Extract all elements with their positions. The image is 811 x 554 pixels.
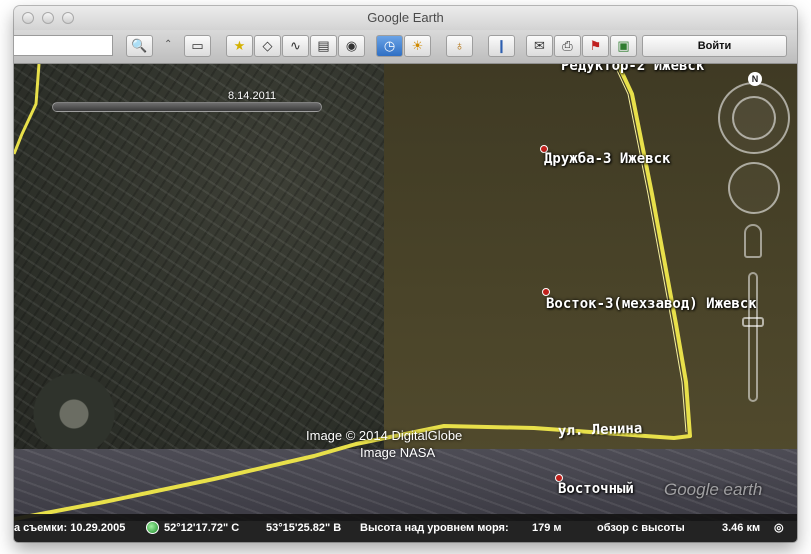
email-button[interactable]: ✉ — [526, 35, 553, 57]
switch-planet-button[interactable]: ♁ — [446, 35, 473, 57]
placemark-label[interactable]: Восточный — [558, 481, 634, 497]
zoom-slider-knob[interactable] — [742, 317, 764, 327]
street-view-pegman-icon[interactable] — [744, 224, 762, 258]
add-path-icon: ∿ — [290, 38, 301, 53]
imagery-date: а съемки: 10.29.2005 — [14, 522, 126, 534]
view-in-maps-button[interactable]: ⚑ — [582, 35, 609, 57]
close-window-button[interactable] — [22, 12, 34, 24]
add-path-button[interactable]: ∿ — [282, 35, 309, 57]
zoom-window-button[interactable] — [62, 12, 74, 24]
record-tour-icon: ◉ — [345, 38, 358, 53]
elevation-label: Высота над уровнем моря: — [360, 522, 509, 534]
login-button[interactable]: Войти — [642, 35, 787, 57]
historical-imagery-button[interactable]: ◷ — [376, 35, 403, 57]
status-bar: а съемки: 10.29.2005 52°12'17.72" С 53°1… — [14, 514, 797, 542]
pointer-longitude: 52°12'17.72" С — [164, 522, 240, 534]
toolbar: 🔍 ⌃ ▭ ★ ◇ ∿ ▤ ◉ ◷ ☀ ♁ ❙ ✉ ⎙ ⚑ ▣ Войти — [14, 30, 797, 64]
placemark-label[interactable]: Редуктор-2 Ижевск — [561, 64, 704, 74]
imagery-credit: Image © 2014 DigitalGlobe — [306, 428, 463, 443]
time-slider-date: 8.14.2011 — [228, 90, 277, 102]
time-slider[interactable] — [52, 102, 322, 112]
record-tour-button[interactable]: ◉ — [338, 35, 365, 57]
zoom-slider[interactable] — [748, 272, 758, 402]
google-earth-window: Google Earth 🔍 ⌃ ▭ ★ ◇ ∿ ▤ ◉ ◷ ☀ ♁ ❙ ✉ ⎙… — [14, 6, 797, 542]
street-label: ул. Ленина — [557, 420, 643, 440]
navigation-controls: N — [718, 72, 790, 412]
eye-altitude-value: 3.46 км — [722, 522, 761, 534]
search-button[interactable]: 🔍 — [126, 35, 153, 57]
road-line — [14, 64, 692, 521]
add-polygon-icon: ◇ — [262, 38, 273, 53]
streaming-indicator-icon: ◎ — [774, 522, 784, 534]
elevation-value: 179 м — [532, 522, 562, 534]
google-earth-watermark: Google earth — [664, 480, 763, 499]
add-overlay-button[interactable]: ▤ — [310, 35, 337, 57]
sidebar-toggle-button[interactable]: ▭ — [184, 35, 211, 57]
ruler-icon: ❙ — [496, 38, 507, 53]
window-title: Google Earth — [367, 10, 444, 25]
save-image-button[interactable]: ▣ — [610, 35, 637, 57]
maps-icon: ⚑ — [589, 38, 602, 53]
add-overlay-icon: ▤ — [317, 38, 330, 53]
search-input[interactable] — [14, 35, 113, 56]
eye-altitude-label: обзор с высоты — [597, 522, 685, 534]
switch-planet-icon: ♁ — [454, 38, 465, 53]
historical-imagery-icon: ◷ — [383, 38, 396, 53]
add-polygon-button[interactable]: ◇ — [254, 35, 281, 57]
look-joystick-inner — [732, 96, 776, 140]
ruler-button[interactable]: ❙ — [488, 35, 515, 57]
title-bar: Google Earth — [14, 6, 797, 30]
sidebar-toggle-icon: ▭ — [191, 38, 204, 53]
pointer-latitude: 53°15'25.82" В — [266, 522, 342, 534]
sunlight-button[interactable]: ☀ — [404, 35, 431, 57]
add-placemark-icon: ★ — [233, 38, 246, 53]
road-line — [613, 64, 687, 433]
road-line — [14, 64, 41, 155]
earth-view[interactable]: 8.14.2011 Редуктор-2 Ижевск Дружба-3 Иже… — [14, 64, 797, 521]
imagery-credit: Image NASA — [360, 445, 436, 460]
search-icon: 🔍 — [131, 38, 148, 53]
save-image-icon: ▣ — [617, 38, 630, 53]
move-joystick[interactable] — [728, 162, 780, 214]
sunlight-icon: ☀ — [411, 38, 424, 53]
email-icon: ✉ — [534, 38, 545, 53]
minimize-window-button[interactable] — [42, 12, 54, 24]
add-placemark-button[interactable]: ★ — [226, 35, 253, 57]
print-button[interactable]: ⎙ — [554, 35, 581, 57]
collapse-arrow-icon[interactable]: ⌃ — [164, 39, 172, 50]
print-icon: ⎙ — [562, 38, 573, 53]
placemark-pin[interactable] — [542, 288, 550, 296]
placemark-label[interactable]: Дружба-3 Ижевск — [544, 151, 670, 167]
